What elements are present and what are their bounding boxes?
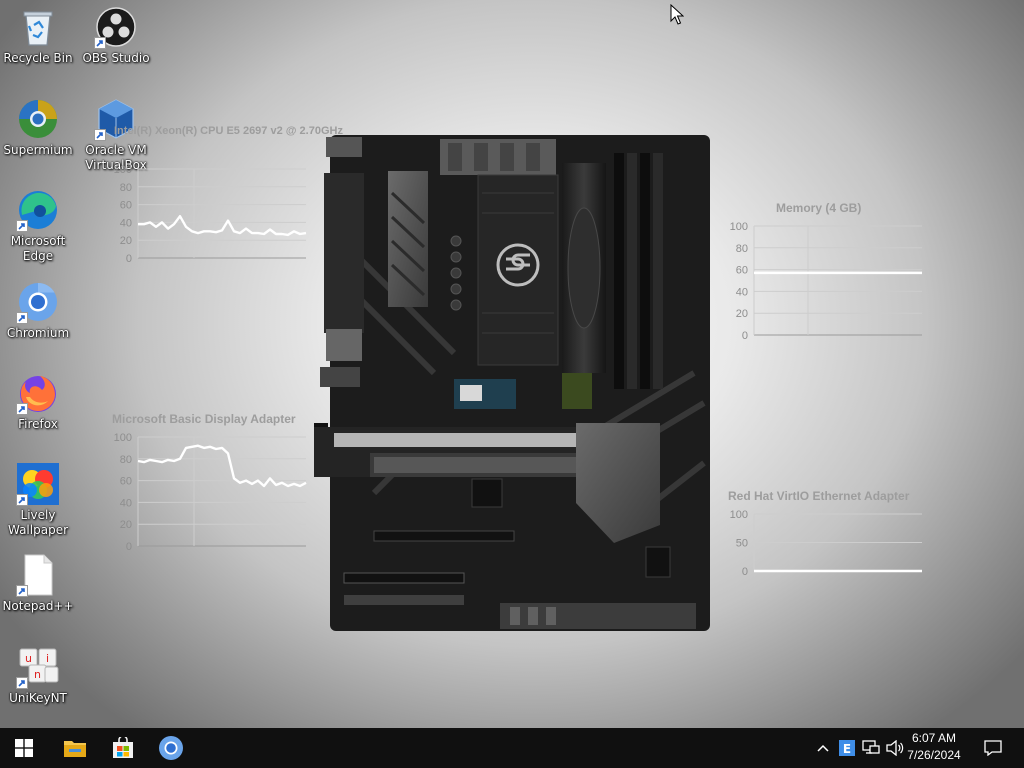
y-tick-label: 0 bbox=[742, 330, 748, 342]
taskbar: E 6:07 AM 7/26/2024 bbox=[0, 728, 1024, 768]
recycle-bin-icon bbox=[16, 5, 60, 49]
start-icon bbox=[15, 739, 33, 757]
desktop-icon-label: Notepad++ bbox=[2, 599, 74, 613]
lively-icon bbox=[16, 462, 60, 506]
network-usage-widget: Red Hat VirtIO Ethernet Adapter 100 50 0 bbox=[728, 489, 928, 584]
unikey-icon: u i n bbox=[16, 645, 60, 689]
y-tick-label: 20 bbox=[120, 235, 132, 247]
desktop[interactable]: Recycle Bin OBS Studio Supermium Oracle … bbox=[0, 0, 1024, 728]
chromium-icon bbox=[159, 736, 183, 760]
y-tick-label: 80 bbox=[120, 182, 132, 194]
y-tick-label: 60 bbox=[120, 200, 132, 212]
y-tick-label: 20 bbox=[120, 519, 132, 531]
clock-time: 6:07 AM bbox=[911, 731, 957, 745]
y-tick-label: 0 bbox=[126, 253, 132, 265]
y-tick-label: 80 bbox=[120, 454, 132, 466]
supermium-icon bbox=[16, 97, 60, 141]
shortcut-arrow-icon bbox=[16, 220, 28, 232]
memory-usage-widget: Memory (4 GB) 100 80 60 40 20 0 bbox=[720, 201, 930, 346]
svg-text:E: E bbox=[843, 742, 851, 756]
unikey-tray-icon: E bbox=[839, 740, 855, 756]
cpu-usage-widget: Intel(R) Xeon(R) CPU E5 2697 v2 @ 2.70GH… bbox=[112, 124, 343, 265]
file-explorer-icon bbox=[64, 741, 86, 757]
y-tick-label: 80 bbox=[736, 243, 748, 255]
desktop-icon-label: Firefox bbox=[18, 417, 58, 431]
desktop-icon-recycle-bin[interactable]: Recycle Bin bbox=[0, 5, 76, 66]
desktop-icon-obs-studio[interactable]: OBS Studio bbox=[78, 5, 154, 66]
y-tick-label: 60 bbox=[120, 476, 132, 488]
y-tick-label: 100 bbox=[114, 432, 132, 444]
taskbar-file-explorer-button[interactable] bbox=[51, 728, 99, 768]
start-button[interactable] bbox=[0, 728, 48, 768]
firefox-icon bbox=[16, 371, 60, 415]
desktop-icon-label: Recycle Bin bbox=[3, 51, 73, 65]
chromium-icon bbox=[16, 280, 60, 324]
desktop-icon-label: OBS Studio bbox=[82, 51, 150, 65]
taskbar-store-button[interactable] bbox=[99, 728, 147, 768]
desktop-icon-notepadpp[interactable]: Notepad++ bbox=[0, 553, 76, 614]
store-icon bbox=[113, 737, 133, 758]
action-center-button[interactable] bbox=[978, 728, 1008, 768]
usage-line bbox=[137, 444, 307, 488]
desktop-icon-supermium[interactable]: Supermium bbox=[0, 97, 76, 158]
y-tick-label: 100 bbox=[730, 221, 748, 233]
motherboard-image bbox=[314, 135, 710, 631]
taskbar-chromium-button[interactable] bbox=[147, 728, 195, 768]
y-tick-label: 60 bbox=[736, 265, 748, 277]
shortcut-arrow-icon bbox=[16, 677, 28, 689]
shortcut-arrow-icon bbox=[16, 585, 28, 597]
gpu-usage-graph: 100 80 60 40 20 0 bbox=[114, 432, 307, 553]
taskbar-clock[interactable]: 6:07 AM 7/26/2024 bbox=[894, 730, 974, 764]
mouse-cursor-icon bbox=[670, 4, 684, 25]
svg-text:n: n bbox=[34, 668, 41, 681]
obs-icon bbox=[94, 5, 138, 49]
desktop-icon-firefox[interactable]: Firefox bbox=[0, 371, 76, 432]
network-button[interactable] bbox=[860, 728, 882, 768]
show-hidden-icons-button[interactable] bbox=[812, 728, 834, 768]
chevron-up-icon bbox=[817, 744, 829, 752]
desktop-icon-lively-wallpaper[interactable]: Lively Wallpaper bbox=[0, 462, 76, 538]
shortcut-arrow-icon bbox=[16, 494, 28, 506]
y-tick-label: 0 bbox=[742, 566, 748, 578]
edge-icon bbox=[16, 188, 60, 232]
desktop-icon-label: Supermium bbox=[3, 143, 73, 157]
usage-line bbox=[138, 214, 307, 237]
input-method-button[interactable]: E bbox=[837, 728, 857, 768]
gpu-usage-widget: Microsoft Basic Display Adapter 100 80 60 4… bbox=[112, 412, 312, 557]
y-tick-label: 40 bbox=[120, 497, 132, 509]
y-tick-label: 50 bbox=[736, 538, 748, 550]
desktop-icon-label: Lively Wallpaper bbox=[7, 508, 69, 537]
desktop-icon-label: UniKeyNT bbox=[9, 691, 67, 705]
shortcut-arrow-icon bbox=[16, 403, 28, 415]
desktop-icon-label: Chromium bbox=[6, 326, 70, 340]
clock-date: 7/26/2024 bbox=[907, 748, 961, 762]
network-icon bbox=[862, 740, 880, 754]
network-usage-graph: 100 50 0 bbox=[730, 509, 922, 578]
cpu-usage-graph: 100 80 60 40 20 0 bbox=[114, 164, 307, 265]
svg-text:i: i bbox=[46, 652, 49, 665]
desktop-icon-edge[interactable]: Microsoft Edge bbox=[0, 188, 76, 264]
y-tick-label: 100 bbox=[730, 509, 748, 521]
notification-icon bbox=[984, 740, 1002, 756]
y-tick-label: 0 bbox=[126, 541, 132, 553]
desktop-icon-unikey[interactable]: u i n UniKeyNT bbox=[0, 645, 76, 706]
desktop-icon-label: Microsoft Edge bbox=[10, 234, 66, 263]
memory-usage-graph: 100 80 60 40 20 0 bbox=[730, 221, 922, 342]
y-tick-label: 20 bbox=[736, 308, 748, 320]
y-tick-label: 40 bbox=[736, 286, 748, 298]
desktop-icon-chromium[interactable]: Chromium bbox=[0, 280, 76, 341]
y-tick-label: 40 bbox=[120, 217, 132, 229]
shortcut-arrow-icon bbox=[16, 312, 28, 324]
shortcut-arrow-icon bbox=[94, 37, 106, 49]
shortcut-arrow-icon bbox=[94, 129, 106, 141]
notepad-icon bbox=[16, 553, 60, 597]
y-tick-label: 100 bbox=[114, 164, 132, 176]
